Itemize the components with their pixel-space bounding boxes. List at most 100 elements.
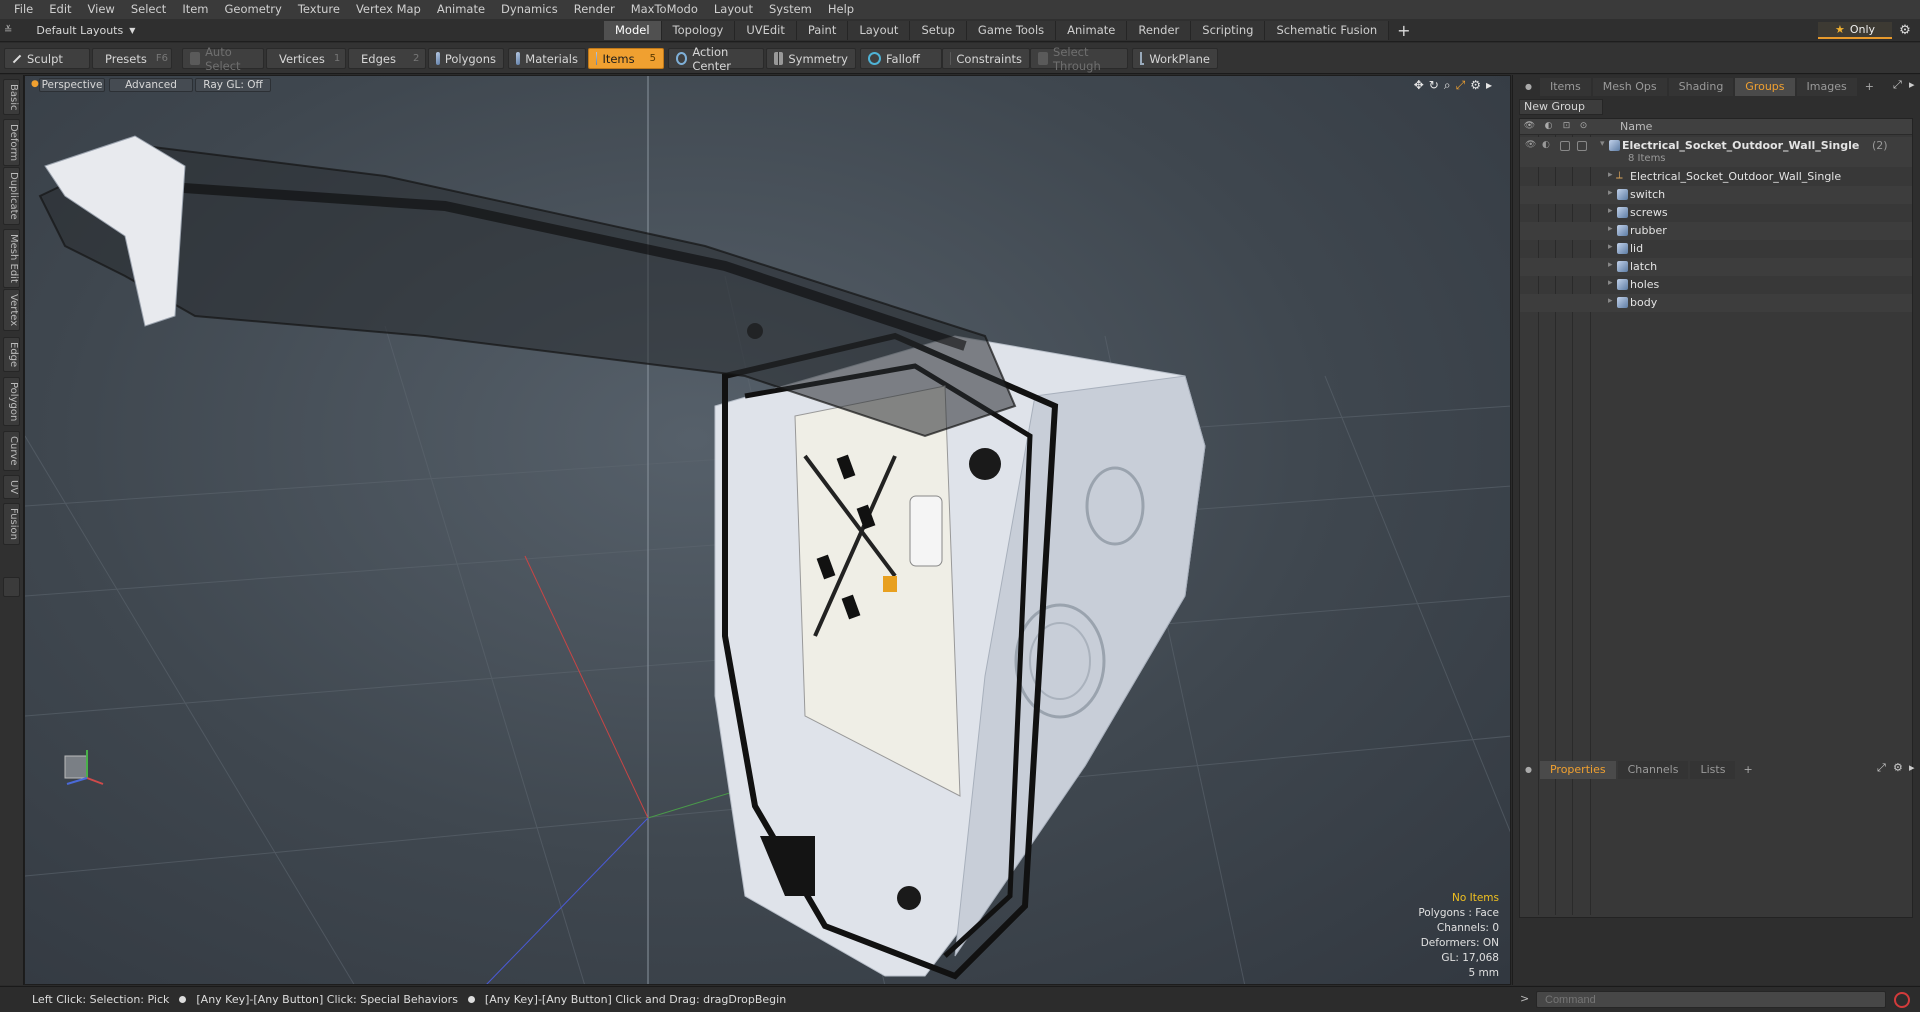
properties-settings-icon[interactable]: ⚙ xyxy=(1893,761,1903,774)
side-tab-duplicate[interactable]: Duplicate xyxy=(3,167,20,225)
menu-texture[interactable]: Texture xyxy=(290,0,348,19)
properties-dot-icon[interactable]: ● xyxy=(1519,761,1538,779)
side-tab-edge[interactable]: Edge xyxy=(3,337,20,373)
side-tab-basic[interactable]: Basic xyxy=(3,79,20,116)
render-toggle-icon[interactable]: ◐ xyxy=(1542,140,1553,151)
tree-row-holes[interactable]: ▸ holes xyxy=(1520,276,1912,294)
menu-render[interactable]: Render xyxy=(566,0,623,19)
tree-row-root[interactable]: 👁 ◐ ▾ Electrical_Socket_Outdoor_Wall_Sin… xyxy=(1520,137,1912,167)
tree-row-body[interactable]: ▸ body xyxy=(1520,294,1912,312)
expand-icon[interactable]: ▸ xyxy=(1608,278,1613,288)
expand-icon[interactable]: ▸ xyxy=(1608,206,1613,216)
shading-mode-button[interactable]: Advanced xyxy=(109,78,193,92)
side-tab-curve[interactable]: Curve xyxy=(3,431,20,471)
menu-view[interactable]: View xyxy=(80,0,123,19)
tab-items[interactable]: Items xyxy=(1539,78,1591,96)
side-tab-mesh-edit[interactable]: Mesh Edit xyxy=(3,229,20,288)
auto-select-button[interactable]: Auto Select xyxy=(182,45,264,73)
tab-topology[interactable]: Topology xyxy=(661,21,736,40)
tab-lists[interactable]: Lists xyxy=(1690,761,1736,779)
properties-menu-icon[interactable]: ▸ xyxy=(1909,761,1915,774)
action-center-button[interactable]: Action Center xyxy=(668,45,764,73)
tab-animate[interactable]: Animate xyxy=(1056,21,1128,40)
select-column-icon[interactable]: ⊙ xyxy=(1577,121,1590,133)
add-properties-tab-icon[interactable]: + xyxy=(1737,761,1758,779)
rotate-view-icon[interactable]: ↻ xyxy=(1429,78,1439,93)
lock-checkbox[interactable] xyxy=(1560,141,1570,151)
expand-icon[interactable]: ▸ xyxy=(1608,296,1613,306)
tab-groups[interactable]: Groups xyxy=(1735,78,1795,96)
vertices-button[interactable]: Vertices 1 xyxy=(266,48,346,69)
items-button[interactable]: Items 5 xyxy=(588,48,664,69)
tab-paint[interactable]: Paint xyxy=(796,21,849,40)
constraints-button[interactable]: Constraints xyxy=(942,48,1030,69)
tab-setup[interactable]: Setup xyxy=(910,21,967,40)
expand-icon[interactable]: ▸ xyxy=(1608,260,1613,270)
only-button[interactable]: ★ Only xyxy=(1818,22,1892,39)
tab-mesh-ops[interactable]: Mesh Ops xyxy=(1592,78,1667,96)
maximize-icon[interactable]: ⤢ xyxy=(1456,78,1466,93)
gear-icon[interactable]: ⚙ xyxy=(1896,22,1914,39)
viewport-settings-icon[interactable]: ⚙ xyxy=(1470,78,1481,93)
menu-geometry[interactable]: Geometry xyxy=(217,0,290,19)
materials-button[interactable]: Materials xyxy=(508,48,586,69)
name-column-header[interactable]: Name xyxy=(1620,120,1652,133)
side-expand-button[interactable] xyxy=(3,577,20,597)
tab-schematic-fusion[interactable]: Schematic Fusion xyxy=(1265,21,1390,40)
tree-row-mesh[interactable]: ▸ ⟂ Electrical_Socket_Outdoor_Wall_Singl… xyxy=(1520,168,1912,186)
expand-icon[interactable]: ▸ xyxy=(1608,242,1613,252)
presets-button[interactable]: Presets F6 xyxy=(92,48,172,69)
sculpt-button[interactable]: Sculpt xyxy=(4,48,90,69)
side-tab-uv[interactable]: UV xyxy=(3,475,20,500)
tab-model[interactable]: Model xyxy=(604,21,662,40)
tab-uvedit[interactable]: UVEdit xyxy=(735,21,797,40)
collapse-icon[interactable]: ▾ xyxy=(1600,139,1605,149)
add-tab-icon[interactable]: + xyxy=(1389,21,1418,40)
menu-edit[interactable]: Edit xyxy=(41,0,79,19)
tree-row-screws[interactable]: ▸ screws xyxy=(1520,204,1912,222)
menu-vertex-map[interactable]: Vertex Map xyxy=(348,0,429,19)
workplane-button[interactable]: WorkPlane xyxy=(1132,48,1218,69)
command-input[interactable] xyxy=(1536,991,1886,1008)
menu-item[interactable]: Item xyxy=(174,0,216,19)
menu-file[interactable]: File xyxy=(6,0,41,19)
tree-row-rubber[interactable]: ▸ rubber xyxy=(1520,222,1912,240)
side-tab-vertex[interactable]: Vertex xyxy=(3,289,20,332)
tab-game-tools[interactable]: Game Tools xyxy=(966,21,1057,40)
expand-icon[interactable]: ▸ xyxy=(1608,224,1613,234)
tree-row-switch[interactable]: ▸ switch xyxy=(1520,186,1912,204)
select-through-button[interactable]: Select Through xyxy=(1030,45,1128,73)
tab-channels[interactable]: Channels xyxy=(1617,761,1689,779)
layout-selector[interactable]: ≚ Default Layouts ▼ xyxy=(4,22,135,39)
lock-column-icon[interactable]: ⊡ xyxy=(1560,121,1573,133)
falloff-button[interactable]: Falloff xyxy=(860,48,942,69)
edges-button[interactable]: Edges 2 xyxy=(348,48,426,69)
side-tab-fusion[interactable]: Fusion xyxy=(3,503,20,545)
eye-icon[interactable]: 👁 xyxy=(1525,140,1536,151)
tab-shading[interactable]: Shading xyxy=(1668,78,1734,96)
properties-expand-icon[interactable]: ⤢ xyxy=(1877,761,1886,775)
panel-dot-icon[interactable]: ● xyxy=(1519,78,1538,96)
tree-row-lid[interactable]: ▸ lid xyxy=(1520,240,1912,258)
add-panel-tab-icon[interactable]: + xyxy=(1859,78,1880,96)
expand-icon[interactable]: ▸ xyxy=(1608,170,1613,180)
select-checkbox[interactable] xyxy=(1577,141,1587,151)
expand-icon[interactable]: ▸ xyxy=(1608,188,1613,198)
menu-help[interactable]: Help xyxy=(820,0,862,19)
menu-animate[interactable]: Animate xyxy=(429,0,493,19)
menu-maxtomodo[interactable]: MaxToModo xyxy=(623,0,706,19)
viewport-menu-icon[interactable]: ▸ xyxy=(1486,78,1492,93)
tab-scripting[interactable]: Scripting xyxy=(1191,21,1266,40)
tab-render[interactable]: Render xyxy=(1127,21,1192,40)
menu-dynamics[interactable]: Dynamics xyxy=(493,0,566,19)
side-tab-polygon[interactable]: Polygon xyxy=(3,377,20,427)
visibility-column-icon[interactable]: 👁 xyxy=(1523,121,1536,133)
menu-layout[interactable]: Layout xyxy=(706,0,761,19)
viewport-dot-icon[interactable]: ● xyxy=(31,79,39,89)
new-group-button[interactable]: New Group xyxy=(1519,99,1603,115)
side-tab-deform[interactable]: Deform xyxy=(3,119,20,167)
render-column-icon[interactable]: ◐ xyxy=(1542,121,1555,133)
tab-properties[interactable]: Properties xyxy=(1539,761,1616,779)
raygl-button[interactable]: Ray GL: Off xyxy=(195,78,271,92)
stop-icon[interactable] xyxy=(1894,992,1910,1008)
